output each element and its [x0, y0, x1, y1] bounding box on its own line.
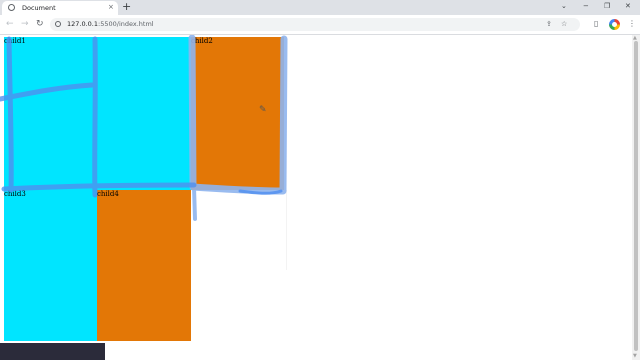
pen-stroke-bottom-curve	[238, 189, 283, 195]
pen-stroke-drag-tail	[192, 185, 197, 221]
child2-box: child2	[191, 37, 284, 190]
new-tab-button[interactable]: +	[122, 1, 131, 13]
pen-cursor-icon: ✎	[259, 105, 267, 115]
bookmark-star-icon[interactable]: ☆	[561, 19, 567, 29]
close-window-button[interactable]: ✕	[625, 2, 631, 11]
url-host: 127.0.0.1	[67, 20, 99, 28]
url-path: :5500/index.html	[98, 20, 154, 28]
address-bar[interactable]: 127.0.0.1:5500/index.html ⇪ ☆	[50, 18, 580, 31]
child3-box: child3	[4, 190, 97, 341]
browser-toolbar: ← → ↻ 127.0.0.1:5500/index.html ⇪ ☆ ▯ ⋮	[0, 15, 640, 35]
forward-button[interactable]: →	[21, 19, 29, 30]
url-text[interactable]: 127.0.0.1:5500/index.html	[67, 20, 154, 29]
scroll-down-arrow-icon[interactable]: ▼	[633, 353, 637, 359]
tab-close-icon[interactable]: ×	[108, 3, 114, 12]
tab-document[interactable]: Document ×	[2, 1, 118, 15]
tab-title: Document	[22, 4, 56, 12]
scroll-thumb[interactable]	[634, 41, 638, 351]
child4-label: child4	[97, 190, 119, 198]
child1-label: child1	[4, 37, 26, 45]
minimize-button[interactable]: −	[583, 2, 589, 11]
restore-button[interactable]: ❐	[604, 2, 610, 11]
reload-button[interactable]: ↻	[36, 19, 44, 30]
menu-icon[interactable]: ⋮	[628, 19, 636, 29]
page-viewport: child1 child2 child3 child4 ✎	[0, 35, 632, 360]
child2-label: child2	[191, 37, 213, 45]
taskbar-fragment	[0, 343, 105, 360]
tab-strip: Document × + ⌄ − ❐ ✕	[0, 0, 640, 15]
sidebar-icon[interactable]: ▯	[594, 19, 598, 29]
faint-guide-line	[286, 190, 287, 270]
profile-avatar[interactable]	[609, 19, 620, 30]
tab-search-dropdown-icon[interactable]: ⌄	[561, 2, 567, 11]
child1-box: child1	[4, 37, 191, 190]
globe-icon	[8, 4, 15, 11]
share-icon[interactable]: ⇪	[546, 19, 552, 29]
back-button[interactable]: ←	[6, 19, 14, 30]
vertical-scrollbar[interactable]: ▲ ▼	[632, 35, 640, 360]
info-icon[interactable]	[55, 21, 61, 27]
child4-box: child4	[97, 190, 191, 341]
child3-label: child3	[4, 190, 26, 198]
